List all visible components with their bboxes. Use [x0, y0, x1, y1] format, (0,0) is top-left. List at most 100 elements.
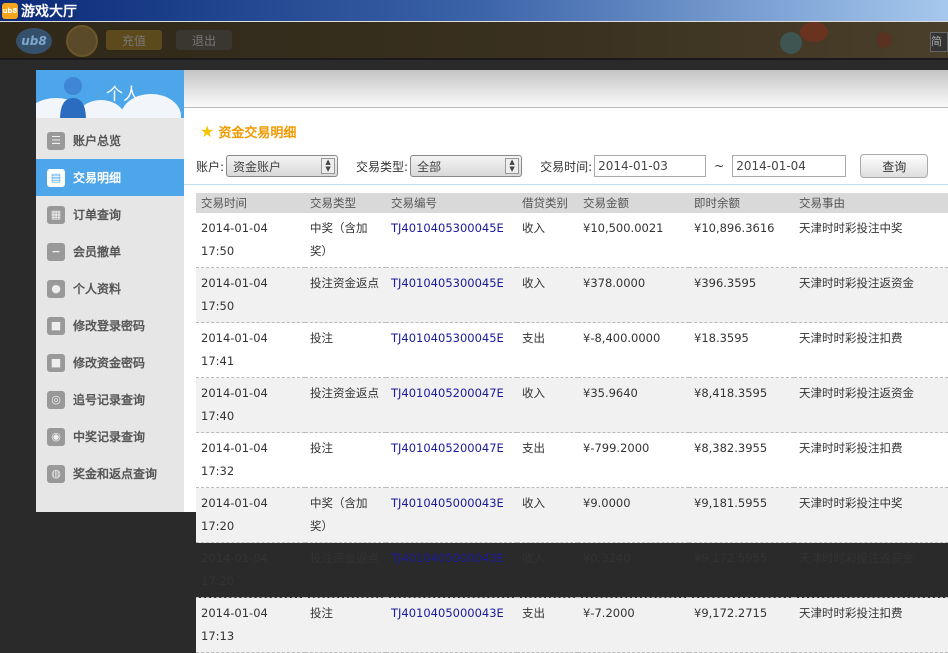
- sidebar-item-label: 修改资金密码: [73, 356, 146, 370]
- table-cell: ¥9.0000: [578, 487, 689, 543]
- avatar[interactable]: [66, 25, 98, 57]
- account-select[interactable]: 资金账户 ▲ ▼: [226, 155, 339, 177]
- table-cell: 投注: [305, 432, 386, 488]
- table-cell: 2014-01-04 17:20: [196, 487, 305, 543]
- language-button[interactable]: 简: [930, 32, 948, 52]
- transaction-id-link[interactable]: TJ4010405200047E: [386, 432, 517, 488]
- table-cell: 投注资金返点: [305, 542, 386, 598]
- sidebar-item-label: 中奖记录查询: [73, 430, 146, 444]
- table-cell: ¥9,172.5955: [689, 542, 794, 598]
- transaction-id-link[interactable]: TJ4010405000043E: [386, 487, 517, 543]
- table-cell: 天津时时彩投注扣费: [794, 432, 948, 488]
- sidebar-title: 个人: [106, 85, 140, 105]
- date-to-input[interactable]: 2014-01-04: [732, 155, 847, 177]
- sidebar-item-3[interactable]: − 会员撤单: [36, 233, 184, 270]
- table-cell: 支出: [517, 322, 578, 378]
- table-cell: 2014-01-04 17:20: [196, 542, 305, 598]
- table-cell: 支出: [517, 597, 578, 653]
- account-label: 账户:: [196, 159, 225, 174]
- column-header: 交易类型: [305, 193, 386, 213]
- table-cell: 天津时时彩投注返资金: [794, 377, 948, 433]
- ornament-decoration: [876, 32, 892, 48]
- sidebar-item-label: 会员撤单: [73, 245, 122, 259]
- table-cell: ¥396.3595: [689, 267, 794, 323]
- transaction-id-link[interactable]: TJ4010405000043E: [386, 597, 517, 653]
- search-coins-icon: ◍: [47, 464, 65, 483]
- sidebar: 个人 ☰ 账户总览 ▤ 交易明细 ▦ 订单查询 − 会员撤单 ● 个人资料 ■ 修改登录密码 ■ 修改资金…: [36, 70, 184, 512]
- sidebar-item-label: 修改登录密码: [73, 319, 146, 333]
- transaction-id-link[interactable]: TJ4010405200047E: [386, 377, 517, 433]
- date-from-input[interactable]: 2014-01-03: [594, 155, 707, 177]
- table-cell: ¥9,172.2715: [689, 597, 794, 653]
- transaction-id-link[interactable]: TJ4010405300045E: [386, 322, 517, 378]
- app-icon: ub8: [2, 2, 18, 19]
- table-row: 2014-01-04 17:13 投注 TJ4010405000043E 支出 ¥-7.…: [196, 597, 948, 653]
- column-header: 交易事由: [794, 193, 948, 213]
- query-button[interactable]: 查询: [860, 154, 929, 178]
- table-cell: 2014-01-04 17:50: [196, 267, 305, 323]
- column-header: 即时余额: [689, 193, 794, 213]
- table-cell: 中奖（含加奖）: [305, 213, 386, 268]
- star-icon: ★: [200, 122, 215, 141]
- table-cell: ¥10,500.0021: [578, 213, 689, 268]
- lock-icon: ■: [47, 353, 65, 372]
- table-cell: ¥0.3240: [578, 542, 689, 598]
- type-label: 交易类型:: [356, 159, 409, 174]
- sidebar-item-label: 追号记录查询: [73, 393, 146, 407]
- window-titlebar: ub8 游戏大厅: [0, 0, 948, 22]
- column-header: 交易时间: [196, 193, 305, 213]
- list-icon: ☰: [47, 131, 65, 150]
- sidebar-item-0[interactable]: ☰ 账户总览: [36, 122, 184, 159]
- transaction-id-link[interactable]: TJ4010405300045E: [386, 267, 517, 323]
- column-header: 交易金额: [578, 193, 689, 213]
- transaction-id-link[interactable]: TJ4010405300045E: [386, 213, 517, 268]
- table-cell: ¥18.3595: [689, 322, 794, 378]
- sidebar-item-9[interactable]: ◍ 奖金和返点查询: [36, 455, 184, 492]
- table-cell: 天津时时彩投注扣费: [794, 322, 948, 378]
- column-header: 交易编号: [386, 193, 517, 213]
- sidebar-item-label: 账户总览: [73, 134, 122, 148]
- table-cell: ¥-7.2000: [578, 597, 689, 653]
- sidebar-item-6[interactable]: ■ 修改资金密码: [36, 344, 184, 381]
- table-row: 2014-01-04 17:50 投注资金返点 TJ4010405300045E 收入…: [196, 267, 948, 323]
- time-label: 交易时间:: [540, 159, 593, 174]
- table-cell: 投注: [305, 322, 386, 378]
- sidebar-item-8[interactable]: ◉ 中奖记录查询: [36, 418, 184, 455]
- sidebar-header: 个人: [36, 70, 184, 118]
- type-select[interactable]: 全部 ▲ ▼: [410, 155, 523, 177]
- sidebar-item-4[interactable]: ● 个人资料: [36, 270, 184, 307]
- window-title: 游戏大厅: [21, 3, 77, 20]
- table-cell: 收入: [517, 377, 578, 433]
- sidebar-item-label: 交易明细: [73, 171, 122, 185]
- sidebar-item-label: 奖金和返点查询: [73, 467, 158, 481]
- table-cell: ¥8,418.3595: [689, 377, 794, 433]
- table-row: 2014-01-04 17:40 投注资金返点 TJ4010405200047E 收入…: [196, 377, 948, 433]
- ornament-decoration: [780, 32, 802, 54]
- sidebar-item-1[interactable]: ▤ 交易明细: [36, 159, 184, 196]
- personal-center-dialog: 个人 ☰ 账户总览 ▤ 交易明细 ▦ 订单查询 − 会员撤单 ● 个人资料 ■ 修改登录密码 ■ 修改资金…: [36, 70, 948, 653]
- logout-button[interactable]: 退出: [176, 30, 232, 50]
- table-cell: 2014-01-04 17:32: [196, 432, 305, 488]
- main-panel: ★ 资金交易明细 账户: 资金账户 ▲ ▼ 交易类型: 全部 ▲ ▼ 交易时间: 2014…: [184, 70, 948, 653]
- sidebar-item-2[interactable]: ▦ 订单查询: [36, 196, 184, 233]
- table-cell: 天津时时彩投注中奖: [794, 487, 948, 543]
- table-cell: 收入: [517, 487, 578, 543]
- table-cell: 2014-01-04 17:50: [196, 213, 305, 268]
- top-bar: ub8 充值 退出 简: [0, 22, 948, 60]
- table-cell: ¥-8,400.0000: [578, 322, 689, 378]
- table-cell: 天津时时彩投注返资金: [794, 542, 948, 598]
- sidebar-item-7[interactable]: ◎ 追号记录查询: [36, 381, 184, 418]
- page-title: ★ 资金交易明细: [200, 122, 297, 141]
- spinner-icon: ▲ ▼: [321, 158, 336, 174]
- sidebar-item-5[interactable]: ■ 修改登录密码: [36, 307, 184, 344]
- table-cell: ¥378.0000: [578, 267, 689, 323]
- transaction-id-link[interactable]: TJ4010405000043E: [386, 542, 517, 598]
- panel-header: [184, 70, 948, 108]
- table-cell: 投注资金返点: [305, 377, 386, 433]
- sidebar-item-label: 个人资料: [73, 282, 122, 296]
- charge-button[interactable]: 充值: [106, 30, 162, 50]
- table-cell: 收入: [517, 542, 578, 598]
- table-cell: 投注资金返点: [305, 267, 386, 323]
- user-icon: [60, 77, 86, 118]
- table-cell: 中奖（含加奖）: [305, 487, 386, 543]
